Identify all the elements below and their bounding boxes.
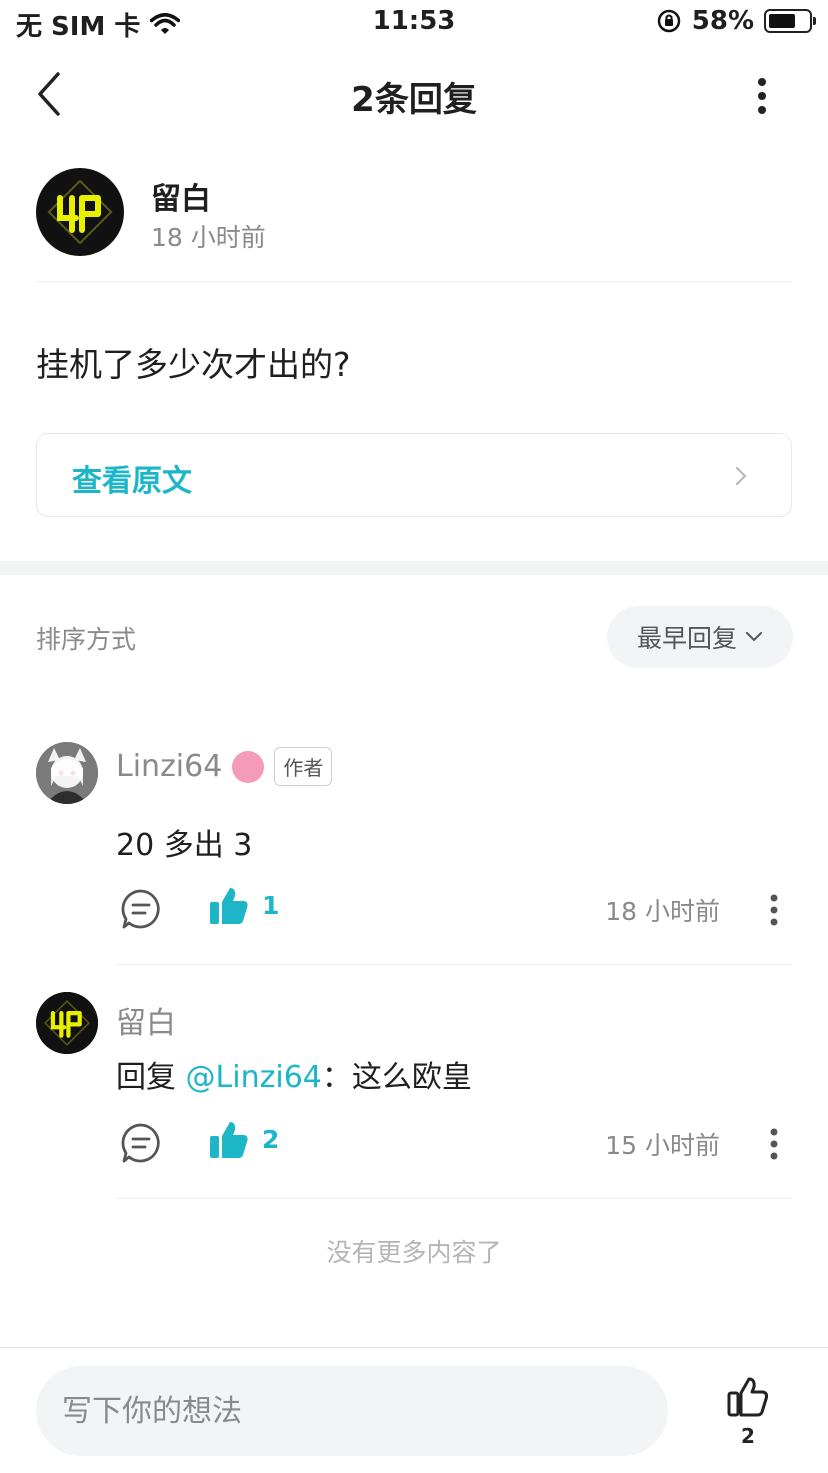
thumbs-up-filled-icon: [210, 1122, 248, 1158]
bottom-bar: 2: [0, 1347, 828, 1473]
sort-selected: 最早回复: [636, 624, 737, 653]
avatar[interactable]: [36, 742, 98, 804]
battery-fill: [769, 14, 795, 28]
op-header: 留白 18 小时前: [36, 166, 792, 282]
reply-actions: 1 18 小时前: [116, 888, 792, 938]
reply-prefix: 回复: [116, 1060, 186, 1095]
op-username[interactable]: 留白: [151, 174, 211, 218]
comment-icon[interactable]: [120, 1122, 162, 1164]
reply-divider: [116, 1198, 792, 1199]
lp-logo-icon: [36, 992, 98, 1054]
battery-percent: 58%: [691, 6, 754, 36]
mention-link[interactable]: @Linzi64: [186, 1060, 322, 1095]
comment-input[interactable]: [36, 1366, 668, 1456]
chevron-right-icon: [736, 467, 747, 485]
sort-dropdown[interactable]: 最早回复: [607, 606, 793, 668]
anime-avatar-icon: [36, 742, 98, 804]
thumbs-up-filled-icon: [210, 888, 248, 924]
reply-text: 20 多出 3: [116, 828, 253, 863]
sort-label: 排序方式: [36, 625, 137, 654]
status-right: 58%: [656, 6, 816, 36]
like-count: 2: [262, 1124, 280, 1154]
battery-icon: [764, 9, 816, 33]
reply-suffix: ：这么欧皇: [321, 1060, 472, 1095]
end-of-list-text: 没有更多内容了: [326, 1238, 502, 1267]
reply-text: 回复 @Linzi64：这么欧皇: [116, 1052, 472, 1096]
reply-username-text: Linzi64: [116, 749, 223, 784]
reply-username[interactable]: 留白: [116, 998, 176, 1042]
nav-bar: 2条回复: [0, 50, 828, 138]
bottom-like-count: 2: [741, 1424, 755, 1448]
more-vertical-icon[interactable]: [762, 1124, 786, 1164]
op-timestamp: 18 小时前: [151, 223, 266, 252]
reply-timestamp: 15 小时前: [605, 1131, 720, 1160]
like-button[interactable]: 1: [208, 884, 279, 926]
avatar[interactable]: [36, 992, 98, 1054]
like-count: 1: [262, 890, 280, 920]
page-title: 2条回复: [351, 80, 477, 120]
section-divider: [0, 561, 828, 575]
bottom-like-button[interactable]: 2: [724, 1374, 772, 1454]
author-tag: 作者: [274, 747, 333, 786]
reply-actions: 2 15 小时前: [116, 1122, 792, 1172]
op-content: 挂机了多少次才出的?: [36, 345, 351, 384]
view-original-button[interactable]: 查看原文: [36, 433, 792, 517]
reply-username-text: 留白: [116, 1006, 176, 1041]
reply-timestamp: 18 小时前: [605, 897, 720, 926]
comment-icon[interactable]: [120, 888, 162, 930]
reply-username[interactable]: Linzi64 作者: [116, 747, 333, 786]
status-bar: 无 SIM 卡 11:53 58%: [0, 0, 828, 46]
reply-divider: [116, 964, 792, 965]
chevron-down-icon: [746, 632, 762, 642]
more-vertical-icon[interactable]: [762, 890, 786, 930]
like-button[interactable]: 2: [208, 1118, 279, 1160]
lp-logo-icon: [47, 179, 113, 245]
avatar[interactable]: [36, 168, 124, 256]
thumbs-up-outline-icon: [727, 1377, 769, 1417]
rotation-lock-icon: [657, 9, 681, 33]
level-badge-icon: [232, 750, 265, 783]
view-original-label: 查看原文: [72, 464, 192, 499]
more-vertical-icon[interactable]: [742, 76, 782, 116]
